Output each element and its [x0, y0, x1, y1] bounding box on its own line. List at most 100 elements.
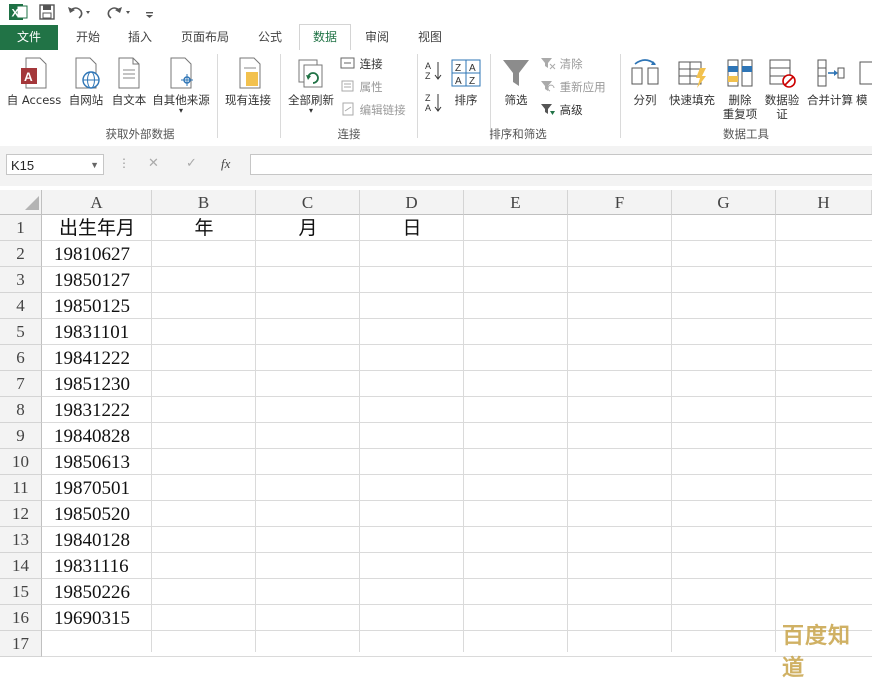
- gridline: [42, 448, 872, 449]
- column-header-b[interactable]: B: [152, 190, 256, 215]
- sort-descending-button[interactable]: ZA: [424, 90, 444, 120]
- row-header-10[interactable]: 10: [0, 449, 42, 475]
- column-header-c[interactable]: C: [256, 190, 360, 215]
- column-header-f[interactable]: F: [568, 190, 672, 215]
- tab-formulas[interactable]: 公式: [246, 25, 294, 50]
- row-header-12[interactable]: 12: [0, 501, 42, 527]
- reapply-button[interactable]: 重新应用: [540, 77, 606, 97]
- advanced-filter-button[interactable]: 高级: [540, 100, 583, 120]
- row-header-5[interactable]: 5: [0, 319, 42, 345]
- cell-a7[interactable]: 19851230: [54, 371, 130, 397]
- save-icon[interactable]: [38, 3, 56, 24]
- cell-b1[interactable]: 年: [152, 215, 256, 241]
- cell-a2[interactable]: 19810627: [54, 241, 130, 267]
- tab-review[interactable]: 审阅: [353, 25, 401, 50]
- existing-connections-button[interactable]: 现有连接: [220, 54, 276, 124]
- text-to-columns-button[interactable]: 分列: [626, 54, 664, 124]
- filter-label: 筛选: [504, 93, 528, 107]
- what-if-icon: [859, 61, 872, 85]
- cell-a3[interactable]: 19850127: [54, 267, 130, 293]
- tab-home[interactable]: 开始: [64, 25, 112, 50]
- cell-a10[interactable]: 19850613: [54, 449, 130, 475]
- row-header-9[interactable]: 9: [0, 423, 42, 449]
- from-other-sources-button[interactable]: 自其他来源 ▾: [149, 54, 213, 124]
- column-header-h[interactable]: H: [776, 190, 872, 215]
- clear-button[interactable]: 清除: [540, 54, 583, 74]
- sort-button[interactable]: ZAAZ 排序: [448, 54, 484, 124]
- from-text-button[interactable]: 自文本: [107, 54, 151, 124]
- properties-label: 属性: [359, 80, 383, 94]
- column-header-d[interactable]: D: [360, 190, 464, 215]
- from-access-label: 自 Access: [6, 93, 62, 107]
- cell-a15[interactable]: 19850226: [54, 579, 130, 605]
- tab-data[interactable]: 数据: [299, 24, 351, 51]
- column-header-g[interactable]: G: [672, 190, 776, 215]
- access-icon: A: [21, 57, 47, 89]
- cell-a1[interactable]: 出生年月: [42, 215, 152, 241]
- tab-insert[interactable]: 插入: [116, 25, 164, 50]
- row-header-15[interactable]: 15: [0, 579, 42, 605]
- from-web-button[interactable]: 自网站: [64, 54, 108, 124]
- column-header-e[interactable]: E: [464, 190, 568, 215]
- sort-label: 排序: [454, 93, 478, 107]
- cell-c1[interactable]: 月: [256, 215, 360, 241]
- remove-duplicates-button[interactable]: 删除 重复项: [719, 54, 761, 124]
- cell-a6[interactable]: 19841222: [54, 345, 130, 371]
- filter-button[interactable]: 筛选: [496, 54, 536, 124]
- name-box-dropdown-icon[interactable]: ▼: [90, 155, 99, 176]
- sort-ascending-button[interactable]: AZ: [424, 58, 444, 88]
- cell-a14[interactable]: 19831116: [54, 553, 129, 579]
- row-header-14[interactable]: 14: [0, 553, 42, 579]
- cell-a13[interactable]: 19840128: [54, 527, 130, 553]
- refresh-all-button[interactable]: 全部刷新 ▾: [284, 54, 338, 124]
- flash-fill-button[interactable]: 快速填充: [666, 54, 718, 124]
- worksheet-grid[interactable]: ABCDEFGH 1 2 3 4 5 6 7 8 9 10 11 12 13 14 15 16 17 出生年月年…: [0, 190, 872, 657]
- watermark-logo: 百度知道: [782, 624, 852, 681]
- gridline: [42, 578, 872, 579]
- quick-access-toolbar: X: [0, 0, 872, 25]
- cancel-icon[interactable]: ✕: [148, 156, 159, 171]
- tab-view[interactable]: 视图: [406, 25, 454, 50]
- redo-icon[interactable]: [106, 3, 132, 24]
- data-validation-button[interactable]: 数据验 证: [762, 54, 802, 124]
- enter-icon[interactable]: ✓: [186, 156, 197, 171]
- select-all-button[interactable]: [0, 190, 42, 215]
- cell-a5[interactable]: 19831101: [54, 319, 129, 345]
- properties-icon: [341, 80, 354, 92]
- row-header-8[interactable]: 8: [0, 397, 42, 423]
- cell-a4[interactable]: 19850125: [54, 293, 130, 319]
- cell-a11[interactable]: 19870501: [54, 475, 130, 501]
- row-header-13[interactable]: 13: [0, 527, 42, 553]
- cell-a16[interactable]: 19690315: [54, 605, 130, 631]
- row-header-2[interactable]: 2: [0, 241, 42, 267]
- from-access-button[interactable]: A 自 Access: [4, 54, 64, 124]
- row-header-4[interactable]: 4: [0, 293, 42, 319]
- undo-icon[interactable]: [66, 3, 92, 24]
- row-header-7[interactable]: 7: [0, 371, 42, 397]
- formula-bar: K15 ▼ ⋮ ✕ ✓ fx: [0, 146, 872, 186]
- cell-a8[interactable]: 19831222: [54, 397, 130, 423]
- row-header-11[interactable]: 11: [0, 475, 42, 501]
- dropdown-arrow-icon: ▾: [178, 106, 183, 115]
- properties-button[interactable]: 属性: [340, 77, 383, 97]
- customize-qat-icon[interactable]: [144, 3, 156, 24]
- connections-button[interactable]: 连接: [340, 54, 383, 74]
- insert-function-icon[interactable]: fx: [221, 156, 230, 172]
- row-header-6[interactable]: 6: [0, 345, 42, 371]
- row-header-16[interactable]: 16: [0, 605, 42, 631]
- column-header-a[interactable]: A: [42, 190, 152, 215]
- consolidate-button[interactable]: 合并计算: [804, 54, 856, 124]
- edit-links-button[interactable]: 编辑链接: [340, 100, 406, 120]
- row-header-1[interactable]: 1: [0, 215, 42, 241]
- what-if-button[interactable]: 模: [856, 54, 872, 124]
- cell-a12[interactable]: 19850520: [54, 501, 130, 527]
- row-header-17[interactable]: 17: [0, 631, 42, 657]
- row-header-3[interactable]: 3: [0, 267, 42, 293]
- cell-d1[interactable]: 日: [360, 215, 464, 241]
- tab-page-layout[interactable]: 页面布局: [172, 25, 238, 50]
- tab-file[interactable]: 文件: [0, 25, 58, 50]
- formula-input[interactable]: [250, 154, 872, 175]
- name-box[interactable]: K15 ▼: [6, 154, 104, 175]
- cell-a9[interactable]: 19840828: [54, 423, 130, 449]
- group-label-get-external: 获取外部数据: [105, 127, 175, 141]
